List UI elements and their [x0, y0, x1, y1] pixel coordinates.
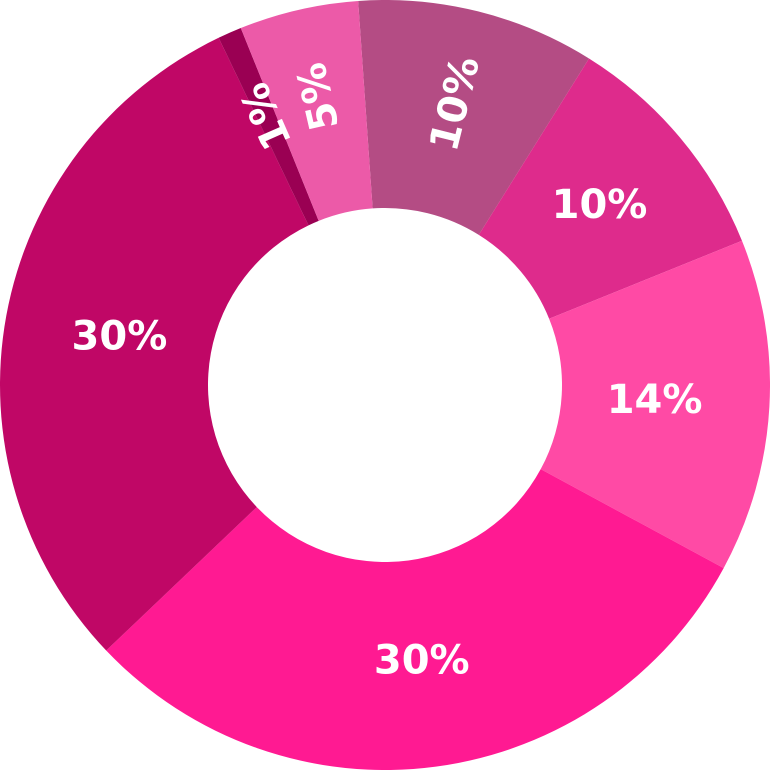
donut-chart: 10% 10% 14% 30% 30% 1% 5% [0, 0, 770, 770]
slice-label: 14% [607, 377, 703, 423]
slice-label: 10% [552, 182, 648, 228]
donut-chart-svg: 10%10%14%30%30%1%5% [0, 0, 770, 770]
slice-label: 30% [72, 313, 168, 359]
slice-label: 30% [374, 638, 470, 684]
